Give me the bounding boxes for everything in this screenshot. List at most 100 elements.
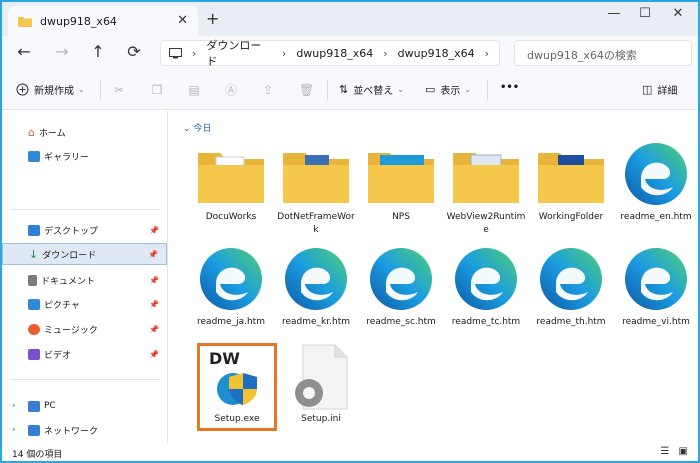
tab-dwup918[interactable]: dwup918_x64 ✕ (8, 6, 198, 36)
file-name: readme_sc.htm (366, 317, 436, 327)
view-toggle-group: ☰ ▣ (660, 446, 688, 457)
file-item-readme-en[interactable]: readme_en.htm (616, 141, 696, 241)
details-pane-icon: ◫ (642, 83, 653, 96)
file-name: readme_vi.htm (622, 317, 690, 327)
file-item-readme-sc[interactable]: readme_sc.htm (361, 246, 441, 346)
copy-icon[interactable]: ❐ (150, 83, 164, 97)
group-header-today[interactable]: ⌄ 今日 (183, 121, 211, 134)
pin-icon[interactable]: 📌 (149, 350, 159, 359)
view-button[interactable]: ▭ 表示 ⌄ (425, 82, 471, 97)
delete-icon[interactable]: 🗑 (299, 83, 314, 97)
folder-icon (453, 153, 519, 203)
sidebar-item-label: デスクトップ (44, 226, 99, 237)
file-item-readme-ja[interactable]: readme_ja.htm (191, 246, 271, 346)
breadcrumb-dwup918-parent[interactable]: dwup918_x64 (296, 47, 373, 60)
paste-icon[interactable]: ▤ (187, 83, 201, 97)
sidebar-item-label: ミュージック (44, 325, 98, 336)
file-item-webview2runtime[interactable]: WebView2Runtime (446, 141, 526, 241)
breadcrumb-downloads[interactable]: ダウンロード (206, 37, 272, 69)
file-item-readme-th[interactable]: readme_th.htm (531, 246, 611, 346)
sidebar-item-documents[interactable]: ドキュメント 📌 (2, 269, 167, 291)
file-item-dotnetframework[interactable]: DotNetFrameWork (276, 141, 356, 241)
close-window-button[interactable]: ✕ (663, 6, 693, 21)
file-item-setup-exe[interactable]: DW Setup.exe (197, 347, 277, 447)
file-item-readme-kr[interactable]: readme_kr.htm (276, 246, 356, 346)
new-button[interactable]: 新規作成 ⌄ (16, 82, 85, 97)
breadcrumb-dwup918-current[interactable]: dwup918_x64 (398, 47, 475, 60)
rename-icon[interactable]: Ⓐ (224, 83, 238, 97)
sidebar-item-label: ビデオ (44, 350, 72, 361)
address-bar[interactable]: › ダウンロード › dwup918_x64 › dwup918_x64 › (160, 37, 500, 69)
sort-button[interactable]: ⇅ 並べ替え ⌄ (339, 82, 404, 97)
file-item-readme-vi[interactable]: readme_vi.htm (616, 246, 696, 346)
up-button[interactable]: ↑ (86, 42, 110, 61)
network-icon (28, 424, 40, 436)
new-button-label: 新規作成 (34, 86, 74, 97)
file-name: readme_kr.htm (281, 317, 351, 327)
pin-icon[interactable]: 📌 (149, 276, 159, 285)
file-name: DocuWorks (205, 212, 257, 222)
pin-icon[interactable]: 📌 (148, 250, 158, 259)
file-item-readme-tc[interactable]: readme_tc.htm (446, 246, 526, 346)
share-icon[interactable]: ⇪ (261, 83, 275, 97)
cut-icon[interactable]: ✂ (112, 83, 126, 97)
tiles-view-icon[interactable]: ▣ (679, 446, 688, 457)
edge-browser-icon (540, 248, 602, 310)
refresh-button[interactable]: ⟳ (122, 42, 146, 61)
edge-browser-icon (625, 248, 687, 310)
gallery-icon (28, 150, 40, 162)
chevron-right-icon[interactable]: › (12, 401, 16, 411)
sidebar-item-pc[interactable]: › PC (2, 395, 167, 417)
back-button[interactable]: ← (12, 42, 36, 61)
sidebar-item-home[interactable]: ⌂ ホーム (2, 121, 167, 143)
file-name: WorkingFolder (538, 212, 604, 222)
details-button[interactable]: ◫ 詳細 (642, 82, 677, 97)
pin-icon[interactable]: 📌 (149, 300, 159, 309)
file-list: ⌄ 今日 DocuWorks DotNetFrameWork NPS WebVi… (169, 111, 698, 444)
pin-icon[interactable]: 📌 (149, 226, 159, 235)
divider (327, 80, 328, 100)
sidebar-item-videos[interactable]: ビデオ 📌 (2, 343, 167, 365)
view-button-label: 表示 (440, 86, 461, 97)
details-view-icon[interactable]: ☰ (660, 446, 669, 457)
pictures-icon (28, 298, 40, 310)
sidebar-item-downloads[interactable]: ↓ ダウンロード 📌 (2, 243, 167, 265)
chevron-right-icon: › (484, 46, 489, 60)
maximize-button[interactable]: ☐ (630, 6, 660, 21)
file-name: readme_ja.htm (197, 317, 265, 327)
sidebar-item-gallery[interactable]: ギャラリー (2, 145, 167, 167)
pc-icon (28, 400, 40, 412)
sidebar-item-music[interactable]: ミュージック 📌 (2, 318, 167, 340)
edge-browser-icon (370, 248, 432, 310)
search-input[interactable]: dwup918_x64の検索 (514, 40, 692, 66)
installer-icon-label: DW (209, 349, 240, 368)
sidebar-item-desktop[interactable]: デスクトップ 📌 (2, 219, 167, 241)
file-item-workingfolder[interactable]: WorkingFolder (531, 141, 611, 241)
folder-icon (283, 153, 349, 203)
status-bar: 14 個の項目 ☰ ▣ (2, 444, 698, 461)
divider (487, 80, 488, 100)
forward-button[interactable]: → (50, 42, 74, 61)
file-item-docuworks[interactable]: DocuWorks (191, 141, 271, 241)
sidebar-item-label: ドキュメント (41, 276, 96, 287)
file-item-setup-ini[interactable]: Setup.ini (281, 343, 361, 443)
folder-icon (198, 153, 264, 203)
sidebar-item-network[interactable]: › ネットワーク (2, 419, 167, 441)
file-item-nps[interactable]: NPS (361, 141, 441, 241)
video-icon (28, 348, 40, 360)
divider (100, 80, 101, 100)
tab-title: dwup918_x64 (40, 14, 117, 28)
new-tab-button[interactable]: + (206, 9, 219, 28)
chevron-right-icon[interactable]: › (12, 425, 16, 435)
item-count: 14 個の項目 (12, 450, 63, 460)
sidebar-item-pictures[interactable]: ピクチャ 📌 (2, 293, 167, 315)
sidebar-divider (10, 379, 160, 380)
chevron-right-icon: › (383, 46, 388, 60)
minimize-button[interactable]: — (599, 6, 629, 21)
tab-close-button[interactable]: ✕ (177, 13, 188, 28)
edge-browser-icon (200, 248, 262, 310)
pin-icon[interactable]: 📌 (149, 325, 159, 334)
chevron-right-icon: › (191, 46, 197, 60)
more-options-button[interactable]: ••• (500, 82, 519, 93)
chevron-down-icon: ⌄ (183, 124, 194, 134)
